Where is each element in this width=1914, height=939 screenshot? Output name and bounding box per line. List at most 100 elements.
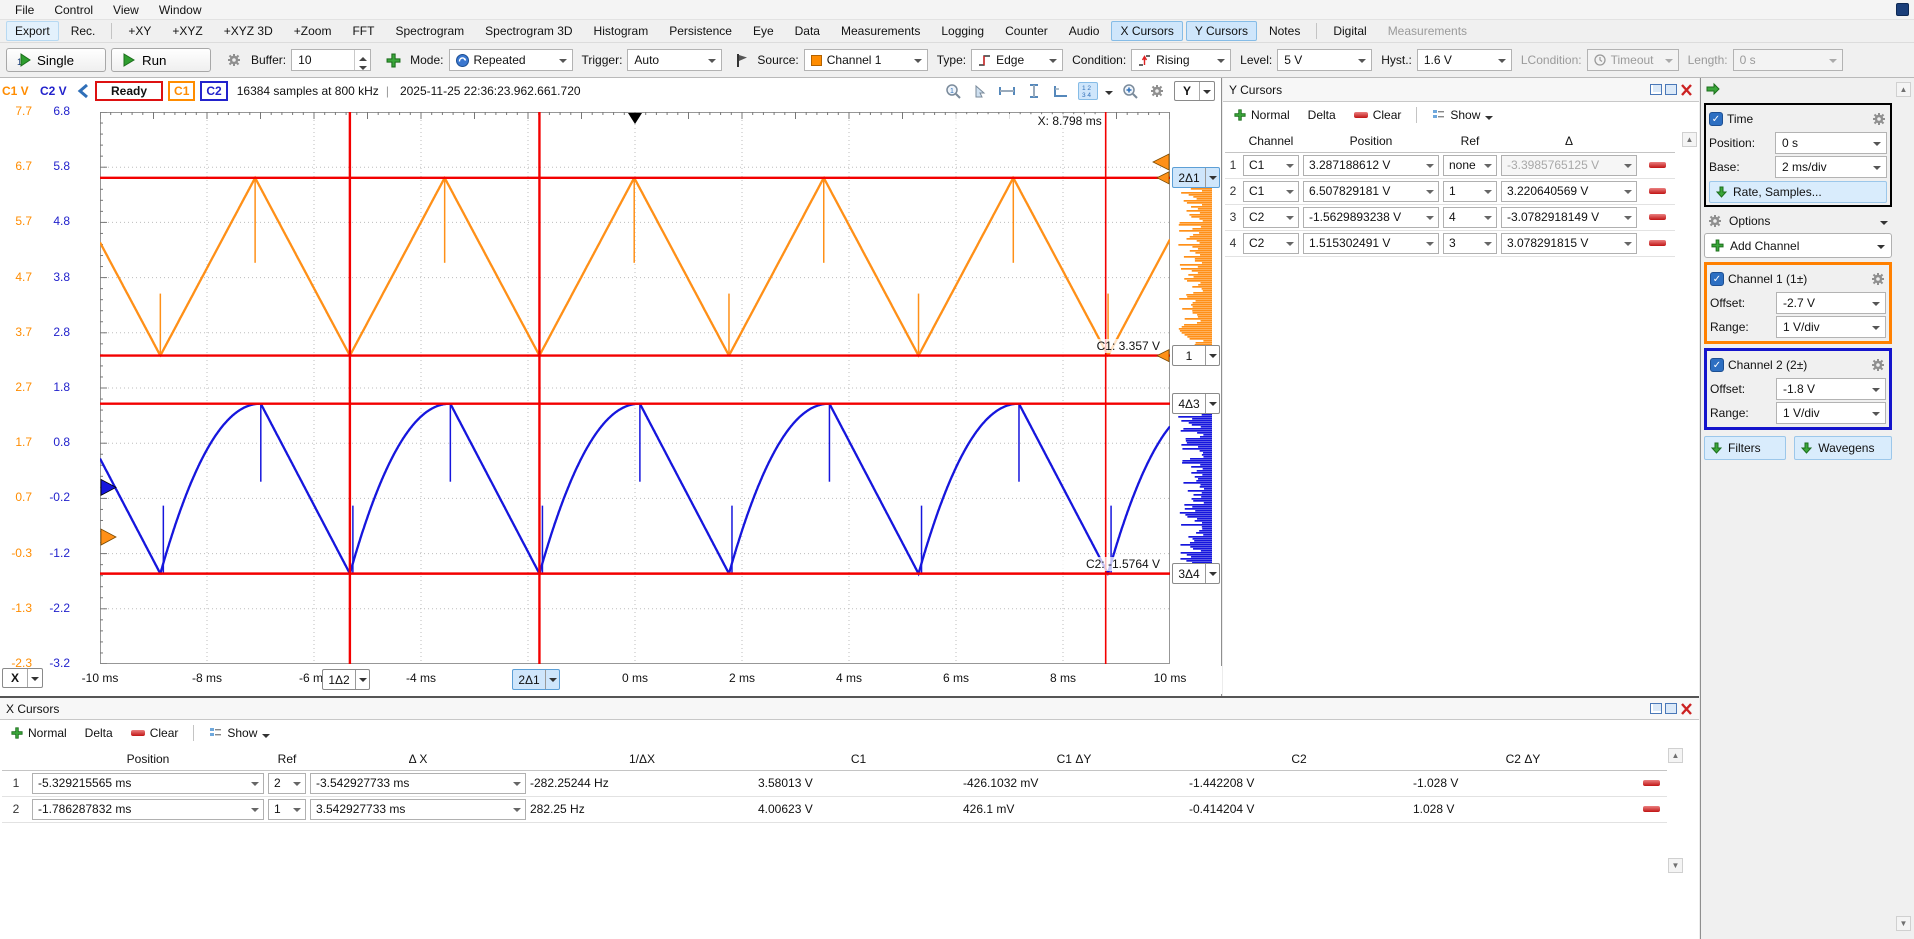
zoom-fit-icon[interactable] — [1120, 82, 1140, 100]
ref-select[interactable]: 1 — [268, 799, 306, 820]
c2-badge[interactable]: C2 — [200, 81, 227, 101]
show-menu-button[interactable]: Show — [1425, 105, 1500, 126]
type-select[interactable]: Edge — [971, 49, 1063, 71]
time-checkbox[interactable] — [1709, 112, 1723, 126]
vertical-measure-icon[interactable] — [1024, 82, 1044, 100]
horizontal-measure-icon[interactable] — [997, 82, 1017, 100]
x-cursor-marker-1[interactable]: 1Δ2 — [322, 669, 370, 690]
add-normal-cursor-button[interactable]: Normal — [1227, 106, 1297, 124]
add-channel-button[interactable]: Add Channel — [1704, 233, 1892, 258]
add-delta-cursor-button[interactable]: Delta — [78, 724, 120, 742]
ref-select[interactable]: 1 — [1443, 181, 1497, 202]
add-normal-cursor-button[interactable]: Normal — [4, 724, 74, 742]
remove-cursor-button[interactable] — [1649, 162, 1666, 168]
remove-cursor-button[interactable] — [1643, 806, 1660, 812]
float-window-icon[interactable] — [1650, 84, 1662, 95]
hyst-select[interactable]: 1.6 V — [1417, 49, 1512, 71]
close-icon[interactable] — [1680, 703, 1693, 715]
scroll-down-icon[interactable]: ▼ — [1668, 858, 1683, 873]
remove-cursor-button[interactable] — [1643, 780, 1660, 786]
viewbar-x-cursors[interactable]: X Cursors — [1111, 21, 1182, 41]
viewbar-persistence[interactable]: Persistence — [660, 21, 741, 41]
viewbar-eye[interactable]: Eye — [744, 21, 783, 41]
buffer-spinner[interactable] — [354, 50, 370, 70]
corner-measure-icon[interactable] — [1051, 82, 1071, 100]
y-cursor-marker-4[interactable]: 4Δ3 — [1172, 393, 1220, 414]
show-menu-button[interactable]: Show — [202, 723, 277, 744]
scroll-up-icon[interactable]: ▲ — [1668, 748, 1683, 763]
c1-badge[interactable]: C1 — [168, 81, 195, 101]
source-select[interactable]: Channel 1 — [804, 49, 928, 71]
viewbar-y-cursors[interactable]: Y Cursors — [1186, 21, 1257, 41]
single-button[interactable]: 1 Single — [6, 48, 106, 72]
viewbar-fft[interactable]: FFT — [343, 21, 383, 41]
condition-select[interactable]: Rising — [1131, 49, 1231, 71]
delta-x-select[interactable]: 3.542927733 ms — [310, 799, 526, 820]
viewbar-spectrogram[interactable]: Spectrogram — [386, 21, 473, 41]
waveform-plot[interactable]: X: 8.798 ms C1: 3.357 V C2: -1.5764 V — [100, 112, 1170, 664]
viewbar-rec[interactable]: Rec. — [62, 21, 105, 41]
delta-x-select[interactable]: -3.542927733 ms — [310, 773, 526, 794]
channel-select[interactable]: C1 — [1243, 181, 1299, 202]
channel2-offset-select[interactable]: -1.8 V — [1776, 378, 1886, 400]
menu-window[interactable]: Window — [150, 1, 211, 19]
mode-select[interactable]: Repeated — [449, 49, 573, 71]
length-select[interactable]: 0 s — [1733, 49, 1843, 71]
position-select[interactable]: 6.507829181 V — [1303, 181, 1439, 202]
viewbar-counter[interactable]: Counter — [996, 21, 1057, 41]
delta-select[interactable]: 3.078291815 V — [1501, 233, 1637, 254]
viewbar-zoom[interactable]: +Zoom — [285, 21, 341, 41]
position-select[interactable]: 3.287188612 V — [1303, 155, 1439, 176]
channel-select[interactable]: C1 — [1243, 155, 1299, 176]
delta-select[interactable]: -3.0782918149 V — [1501, 207, 1637, 228]
buffer-input[interactable]: 10 — [291, 49, 371, 71]
viewbar-measurements[interactable]: Measurements — [832, 21, 929, 41]
grid-1234-button[interactable]: 1 23 4 — [1078, 82, 1098, 100]
ref-select[interactable]: 4 — [1443, 207, 1497, 228]
channel1-checkbox[interactable] — [1710, 272, 1724, 286]
maximize-icon[interactable] — [1665, 84, 1677, 95]
close-icon[interactable] — [1680, 84, 1693, 96]
scroll-up-icon[interactable]: ▲ — [1682, 132, 1697, 147]
viewbar-export[interactable]: Export — [6, 21, 59, 41]
channel1-gear-icon[interactable] — [1870, 271, 1886, 287]
channel-select[interactable]: C2 — [1243, 233, 1299, 254]
viewbar-xyz-3d[interactable]: +XYZ 3D — [215, 21, 282, 41]
viewbar-xy[interactable]: +XY — [119, 21, 160, 41]
channel1-range-select[interactable]: 1 V/div — [1776, 316, 1886, 338]
time-gear-icon[interactable] — [1871, 111, 1887, 127]
viewbar-digital[interactable]: Digital — [1324, 21, 1375, 41]
x-scale-button[interactable]: X — [2, 668, 43, 688]
collapse-left-icon[interactable] — [76, 83, 90, 99]
position-select[interactable]: -1.786287832 ms — [32, 799, 264, 820]
y-cursor-marker-2[interactable]: 2Δ1 — [1172, 167, 1220, 188]
viewbar-histogram[interactable]: Histogram — [585, 21, 658, 41]
grid-dropdown-icon[interactable] — [1105, 91, 1113, 99]
channel2-gear-icon[interactable] — [1870, 357, 1886, 373]
buffer-gear-icon[interactable] — [226, 52, 242, 68]
position-select[interactable]: -1.5629893238 V — [1303, 207, 1439, 228]
scroll-up-icon[interactable]: ▲ — [1896, 82, 1911, 97]
y-cursor-marker-1[interactable]: 1 — [1172, 345, 1220, 366]
viewbar-data[interactable]: Data — [786, 21, 829, 41]
viewbar-logging[interactable]: Logging — [932, 21, 993, 41]
remove-cursor-button[interactable] — [1649, 240, 1666, 246]
clear-cursors-button[interactable]: Clear — [1347, 106, 1409, 124]
scroll-down-icon[interactable]: ▼ — [1896, 916, 1911, 931]
channel2-checkbox[interactable] — [1710, 358, 1724, 372]
trigger-select[interactable]: Auto — [627, 49, 722, 71]
maximize-icon[interactable] — [1665, 703, 1677, 714]
filters-button[interactable]: Filters — [1704, 436, 1786, 460]
float-window-icon[interactable] — [1650, 703, 1662, 714]
position-select[interactable]: 1.515302491 V — [1303, 233, 1439, 254]
add-delta-cursor-button[interactable]: Delta — [1301, 106, 1343, 124]
menu-file[interactable]: File — [6, 1, 43, 19]
run-button[interactable]: Run — [111, 48, 211, 72]
channel-select[interactable]: C2 — [1243, 207, 1299, 228]
plot-gear-icon[interactable] — [1147, 82, 1167, 100]
clear-cursors-button[interactable]: Clear — [124, 724, 186, 742]
position-select[interactable]: -5.329215565 ms — [32, 773, 264, 794]
x-cursor-marker-2[interactable]: 2Δ1 — [512, 669, 560, 690]
time-base-select[interactable]: 2 ms/div — [1775, 156, 1887, 178]
y-scale-button[interactable]: Y — [1174, 81, 1215, 101]
